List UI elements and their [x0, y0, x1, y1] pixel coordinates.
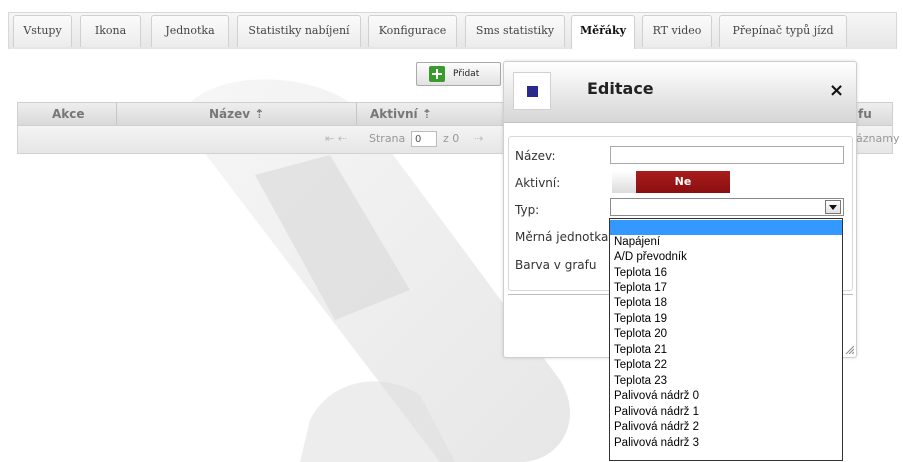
pager-page-label: Strana	[369, 132, 406, 145]
close-icon[interactable]: ×	[829, 80, 844, 101]
type-option[interactable]: Palivová nádrž 2	[610, 420, 842, 435]
type-label: Typ:	[515, 203, 540, 217]
column-nazev[interactable]: Název ⇡	[209, 103, 264, 125]
column-akce[interactable]: Akce	[52, 103, 85, 125]
tab-jednotka[interactable]: Jednotka	[151, 15, 229, 47]
graph-color-label: Barva v grafu	[515, 258, 597, 272]
type-option[interactable]: Palivová nádrž 1	[610, 405, 842, 420]
name-field[interactable]	[610, 146, 844, 164]
add-button-label: Přidat	[453, 69, 480, 79]
type-option[interactable]: Teplota 18	[610, 296, 842, 311]
tab-statistiky-nabijeni[interactable]: Statistiky nabíjení	[237, 15, 361, 47]
chevron-down-icon[interactable]	[825, 200, 841, 214]
type-option[interactable]: Teplota 20	[610, 327, 842, 342]
tab-rt-video[interactable]: RT video	[642, 15, 712, 47]
active-toggle[interactable]: Ne	[612, 171, 730, 193]
type-dropdown-list: Napájení A/D převodník Teplota 16 Teplot…	[609, 218, 843, 461]
tab-vstupy[interactable]: Vstupy	[13, 15, 72, 47]
type-option[interactable]: Palivová nádrž 3	[610, 436, 842, 451]
resize-grip-icon[interactable]	[844, 344, 854, 354]
tab-prepinac-typu-jizd[interactable]: Přepínač typů jízd	[719, 15, 847, 47]
unit-label: Měrná jednotka	[515, 230, 609, 244]
first-page-icon[interactable]: ⇤ ⇠	[325, 132, 347, 145]
toggle-value: Ne	[636, 171, 730, 193]
type-option[interactable]: Teplota 16	[610, 266, 842, 281]
type-option[interactable]: Palivová nádrž 0	[610, 389, 842, 404]
type-option[interactable]: Teplota 21	[610, 343, 842, 358]
column-separator	[356, 103, 357, 125]
dialog-header[interactable]: Editace ×	[504, 62, 856, 123]
plus-icon	[429, 66, 445, 82]
name-label: Název:	[515, 149, 556, 163]
column-graph[interactable]: fu	[858, 103, 872, 125]
tab-ikona[interactable]: Ikona	[80, 15, 141, 47]
column-separator	[116, 103, 117, 125]
type-option[interactable]: A/D převodník	[610, 250, 842, 265]
column-aktivni[interactable]: Aktivní ⇡	[370, 103, 432, 125]
type-option[interactable]: Teplota 23	[610, 374, 842, 389]
type-option[interactable]: Teplota 19	[610, 312, 842, 327]
pager-total: z 0	[443, 132, 460, 145]
tab-sms-statistiky[interactable]: Sms statistiky	[465, 15, 565, 47]
type-select[interactable]	[610, 198, 844, 216]
toggle-handle	[612, 171, 636, 193]
blue-square-icon	[527, 86, 538, 97]
tab-bar: Vstupy Ikona Jednotka Statistiky nabíjen…	[0, 0, 903, 49]
type-option[interactable]: Teplota 17	[610, 281, 842, 296]
dialog-title: Editace	[587, 79, 654, 98]
type-option[interactable]: Teplota 22	[610, 358, 842, 373]
next-page-icon[interactable]: ⇢	[474, 132, 483, 145]
pager-page-input[interactable]: 0	[411, 131, 437, 147]
active-label: Aktivní:	[515, 176, 561, 190]
type-option[interactable]: Napájení	[610, 235, 842, 250]
tab-meraky[interactable]: Měřáky	[571, 15, 635, 49]
type-option[interactable]	[610, 220, 842, 235]
dialog-icon	[513, 72, 551, 110]
add-button[interactable]: Přidat	[416, 62, 501, 86]
tab-konfigurace[interactable]: Konfigurace	[368, 15, 457, 47]
pager-records: áznamy	[856, 132, 900, 145]
